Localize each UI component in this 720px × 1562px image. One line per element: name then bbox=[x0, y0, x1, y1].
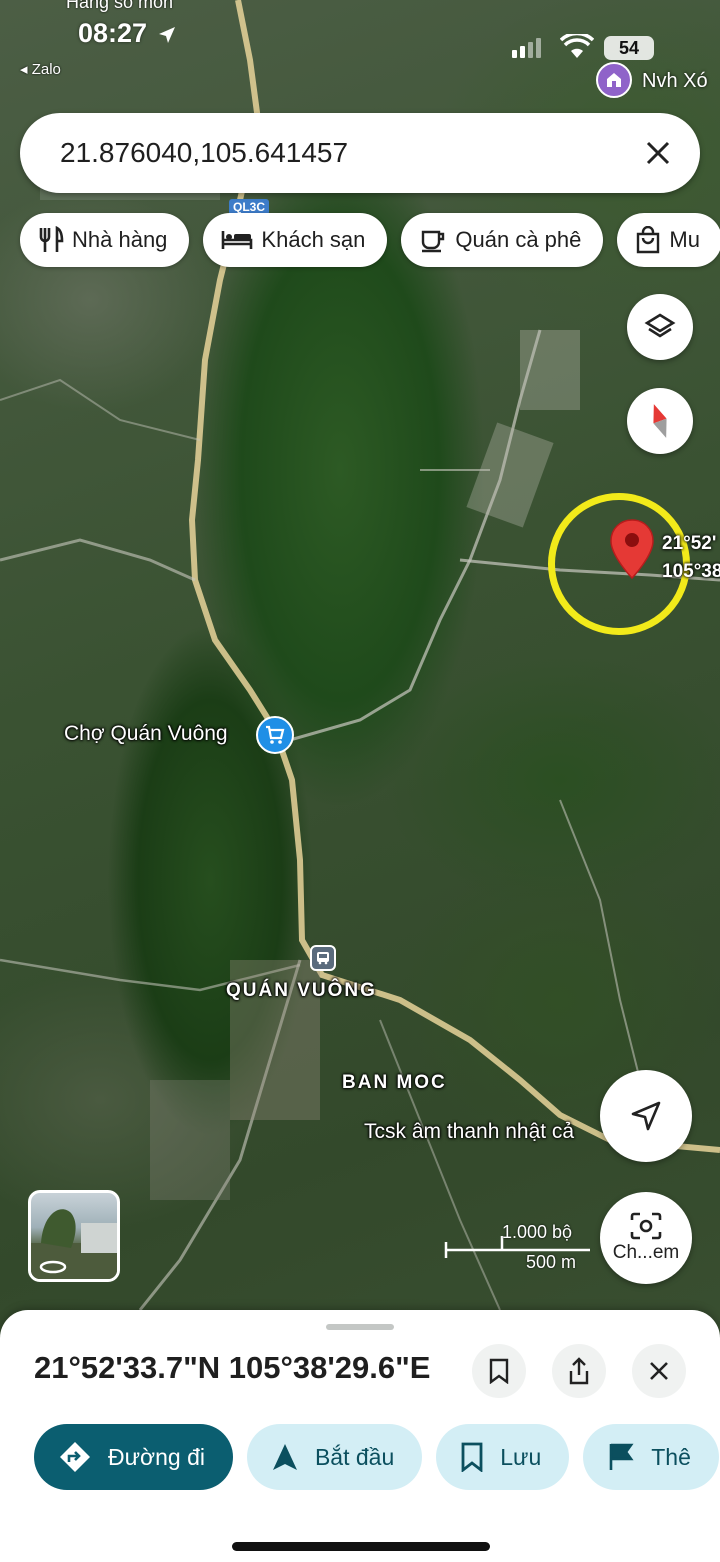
my-location-button[interactable] bbox=[600, 1070, 692, 1162]
bookmark-icon bbox=[489, 1358, 509, 1384]
bookmark-icon bbox=[461, 1442, 483, 1472]
pin-label-line2: 105°38 bbox=[662, 561, 720, 582]
camera-search-button[interactable]: Ch...em bbox=[600, 1192, 692, 1284]
chip-hotels[interactable]: Khách sạn bbox=[203, 213, 388, 267]
clear-search-button[interactable] bbox=[628, 123, 688, 183]
shopping-cart-icon[interactable] bbox=[256, 716, 294, 754]
save-button[interactable]: Lưu bbox=[436, 1424, 570, 1490]
place-bottom-sheet[interactable]: 21°52'33.7"N 105°38'29.6"E Đường đi Bắt … bbox=[0, 1310, 720, 1562]
start-button[interactable]: Bắt đầu bbox=[246, 1424, 423, 1490]
action-label: Đường đi bbox=[108, 1443, 205, 1470]
chip-label: Nhà hàng bbox=[72, 227, 168, 252]
share-button[interactable] bbox=[552, 1344, 606, 1398]
back-to-app-link[interactable]: ◂ Zalo bbox=[20, 60, 61, 78]
scale-label-imperial: 1.000 bộ bbox=[502, 1222, 573, 1242]
chip-restaurants[interactable]: Nhà hàng bbox=[20, 213, 190, 267]
save-place-button[interactable] bbox=[472, 1344, 526, 1398]
add-label-button[interactable]: Thê bbox=[583, 1424, 719, 1490]
wifi-icon bbox=[560, 34, 594, 58]
business-label[interactable]: Tcsk âm thanh nhật cả bbox=[364, 1120, 574, 1144]
directions-button[interactable]: Đường đi bbox=[34, 1424, 233, 1490]
status-time-text: 08:27 bbox=[78, 18, 148, 48]
place-title: 21°52'33.7"N 105°38'29.6"E bbox=[34, 1350, 431, 1385]
close-icon bbox=[650, 1362, 668, 1380]
action-label: Lưu bbox=[500, 1443, 542, 1470]
directions-icon bbox=[60, 1442, 90, 1472]
compass-icon bbox=[653, 404, 667, 438]
navigation-arrow-icon bbox=[631, 1101, 661, 1131]
category-chips: Nhà hàng Khách sạn Quán cà phê Mu bbox=[20, 213, 720, 267]
camera-icon bbox=[630, 1212, 662, 1240]
town-label: QUÁN VUÔNG bbox=[226, 980, 377, 1001]
battery-indicator: 54 bbox=[604, 36, 654, 60]
pin-label-line1: 21°52' bbox=[662, 533, 717, 554]
chip-shopping[interactable]: Mu bbox=[617, 213, 720, 267]
cultural-house-poi-icon[interactable] bbox=[596, 62, 632, 98]
action-label: Bắt đầu bbox=[314, 1443, 395, 1470]
status-time: 08:27 bbox=[78, 18, 177, 49]
camera-button-label: Ch...em bbox=[612, 1242, 680, 1263]
fork-knife-icon bbox=[39, 226, 64, 252]
share-icon bbox=[569, 1357, 589, 1385]
search-bar[interactable]: 21.876040,105.641457 bbox=[20, 113, 700, 193]
location-arrow-icon bbox=[158, 26, 175, 43]
bed-icon bbox=[222, 231, 253, 249]
compass-button[interactable] bbox=[627, 388, 693, 454]
chip-coffee[interactable]: Quán cà phê bbox=[401, 213, 604, 267]
search-input[interactable]: 21.876040,105.641457 bbox=[60, 137, 628, 169]
village-label: BAN MOC bbox=[342, 1072, 447, 1093]
bus-stop-icon[interactable] bbox=[310, 945, 336, 971]
home-indicator bbox=[232, 1542, 490, 1551]
close-icon bbox=[646, 141, 670, 165]
scale-label-metric: 500 m bbox=[526, 1252, 577, 1272]
market-label[interactable]: Chợ Quán Vuông bbox=[64, 722, 228, 746]
close-sheet-button[interactable] bbox=[632, 1344, 686, 1398]
street-view-thumbnail[interactable] bbox=[28, 1190, 120, 1282]
navigation-arrow-icon bbox=[272, 1444, 297, 1470]
layers-icon bbox=[644, 313, 676, 338]
map-partial-label: Hàng số môn bbox=[66, 0, 174, 12]
cultural-house-label[interactable]: Nvh Xó bbox=[642, 70, 708, 93]
coffee-icon bbox=[422, 230, 445, 253]
sheet-drag-handle[interactable] bbox=[326, 1324, 394, 1330]
flag-icon bbox=[609, 1443, 634, 1470]
chip-label: Khách sạn bbox=[261, 227, 366, 252]
chip-label: Quán cà phê bbox=[455, 227, 582, 252]
action-label: Thê bbox=[651, 1443, 691, 1470]
shopping-bag-icon bbox=[637, 226, 660, 254]
layers-button[interactable] bbox=[627, 294, 693, 360]
location-pin-icon[interactable] bbox=[608, 518, 656, 582]
pin-coordinate-label: 21°52' 105°38 bbox=[662, 530, 720, 586]
action-buttons: Đường đi Bắt đầu Lưu Thê bbox=[34, 1424, 719, 1490]
cellular-signal-icon bbox=[512, 38, 541, 58]
chip-label: Mu bbox=[669, 227, 700, 252]
